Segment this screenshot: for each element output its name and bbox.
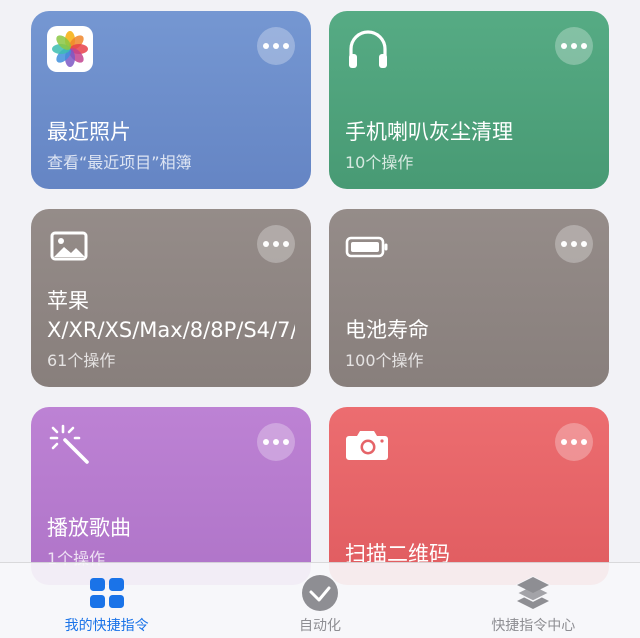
camera-icon <box>345 422 391 468</box>
tab-label: 我的快捷指令 <box>64 618 149 634</box>
shortcut-card-scan-qr[interactable]: 扫描二维码 <box>329 407 609 585</box>
more-button[interactable] <box>257 225 295 263</box>
shortcut-title: 手机喇叭灰尘清理 <box>345 120 513 144</box>
more-button[interactable] <box>257 423 295 461</box>
shortcut-card-screenshot[interactable]: 苹果 X/XR/XS/Max/8/8P/S4/7/7P 截图… 61个操作 <box>31 209 311 387</box>
battery-icon <box>345 224 391 270</box>
shortcut-card-battery-life[interactable]: 电池寿命 100个操作 <box>329 209 609 387</box>
more-button[interactable] <box>555 27 593 65</box>
tab-bar: 我的快捷指令 自动化 快捷指令中心 <box>0 562 640 638</box>
shortcuts-screen: 最近照片 查看“最近项目”相簿 手机喇叭灰尘清理 10个操作 苹果 X/XR/X… <box>0 0 640 638</box>
more-button[interactable] <box>555 423 593 461</box>
shortcut-subtitle: 10个操作 <box>345 153 414 172</box>
shortcut-card-speaker-cleaner[interactable]: 手机喇叭灰尘清理 10个操作 <box>329 11 609 189</box>
headphones-icon <box>345 26 391 72</box>
shortcut-subtitle: 查看“最近项目”相簿 <box>47 153 192 172</box>
magic-wand-icon <box>47 422 93 468</box>
shortcut-subtitle: 100个操作 <box>345 351 424 370</box>
tab-gallery[interactable]: 快捷指令中心 <box>427 563 640 638</box>
shortcut-subtitle: 61个操作 <box>47 351 116 370</box>
ellipsis-icon <box>561 439 587 445</box>
shortcut-title: 苹果 X/XR/XS/Max/8/8P/S4/7/7P 截图… <box>47 289 295 342</box>
shortcut-grid: 最近照片 查看“最近项目”相簿 手机喇叭灰尘清理 10个操作 苹果 X/XR/X… <box>0 0 640 638</box>
tab-label: 快捷指令中心 <box>491 618 576 634</box>
ellipsis-icon <box>263 43 289 49</box>
layers-icon <box>513 573 553 613</box>
ellipsis-icon <box>561 241 587 247</box>
tab-my-shortcuts[interactable]: 我的快捷指令 <box>0 563 213 638</box>
shortcut-card-play-song[interactable]: 播放歌曲 1个操作 <box>31 407 311 585</box>
ellipsis-icon <box>561 43 587 49</box>
check-circle-icon <box>300 573 340 613</box>
shortcut-title: 电池寿命 <box>345 318 429 342</box>
shortcut-title: 最近照片 <box>47 120 131 144</box>
more-button[interactable] <box>555 225 593 263</box>
tab-label: 自动化 <box>298 618 341 634</box>
shortcut-card-recent-photos[interactable]: 最近照片 查看“最近项目”相簿 <box>31 11 311 189</box>
photos-app-icon <box>47 26 93 72</box>
grid-icon <box>87 573 127 613</box>
image-icon <box>47 224 93 270</box>
ellipsis-icon <box>263 241 289 247</box>
shortcut-title: 播放歌曲 <box>47 516 131 540</box>
tab-automation[interactable]: 自动化 <box>213 563 426 638</box>
more-button[interactable] <box>257 27 295 65</box>
ellipsis-icon <box>263 439 289 445</box>
